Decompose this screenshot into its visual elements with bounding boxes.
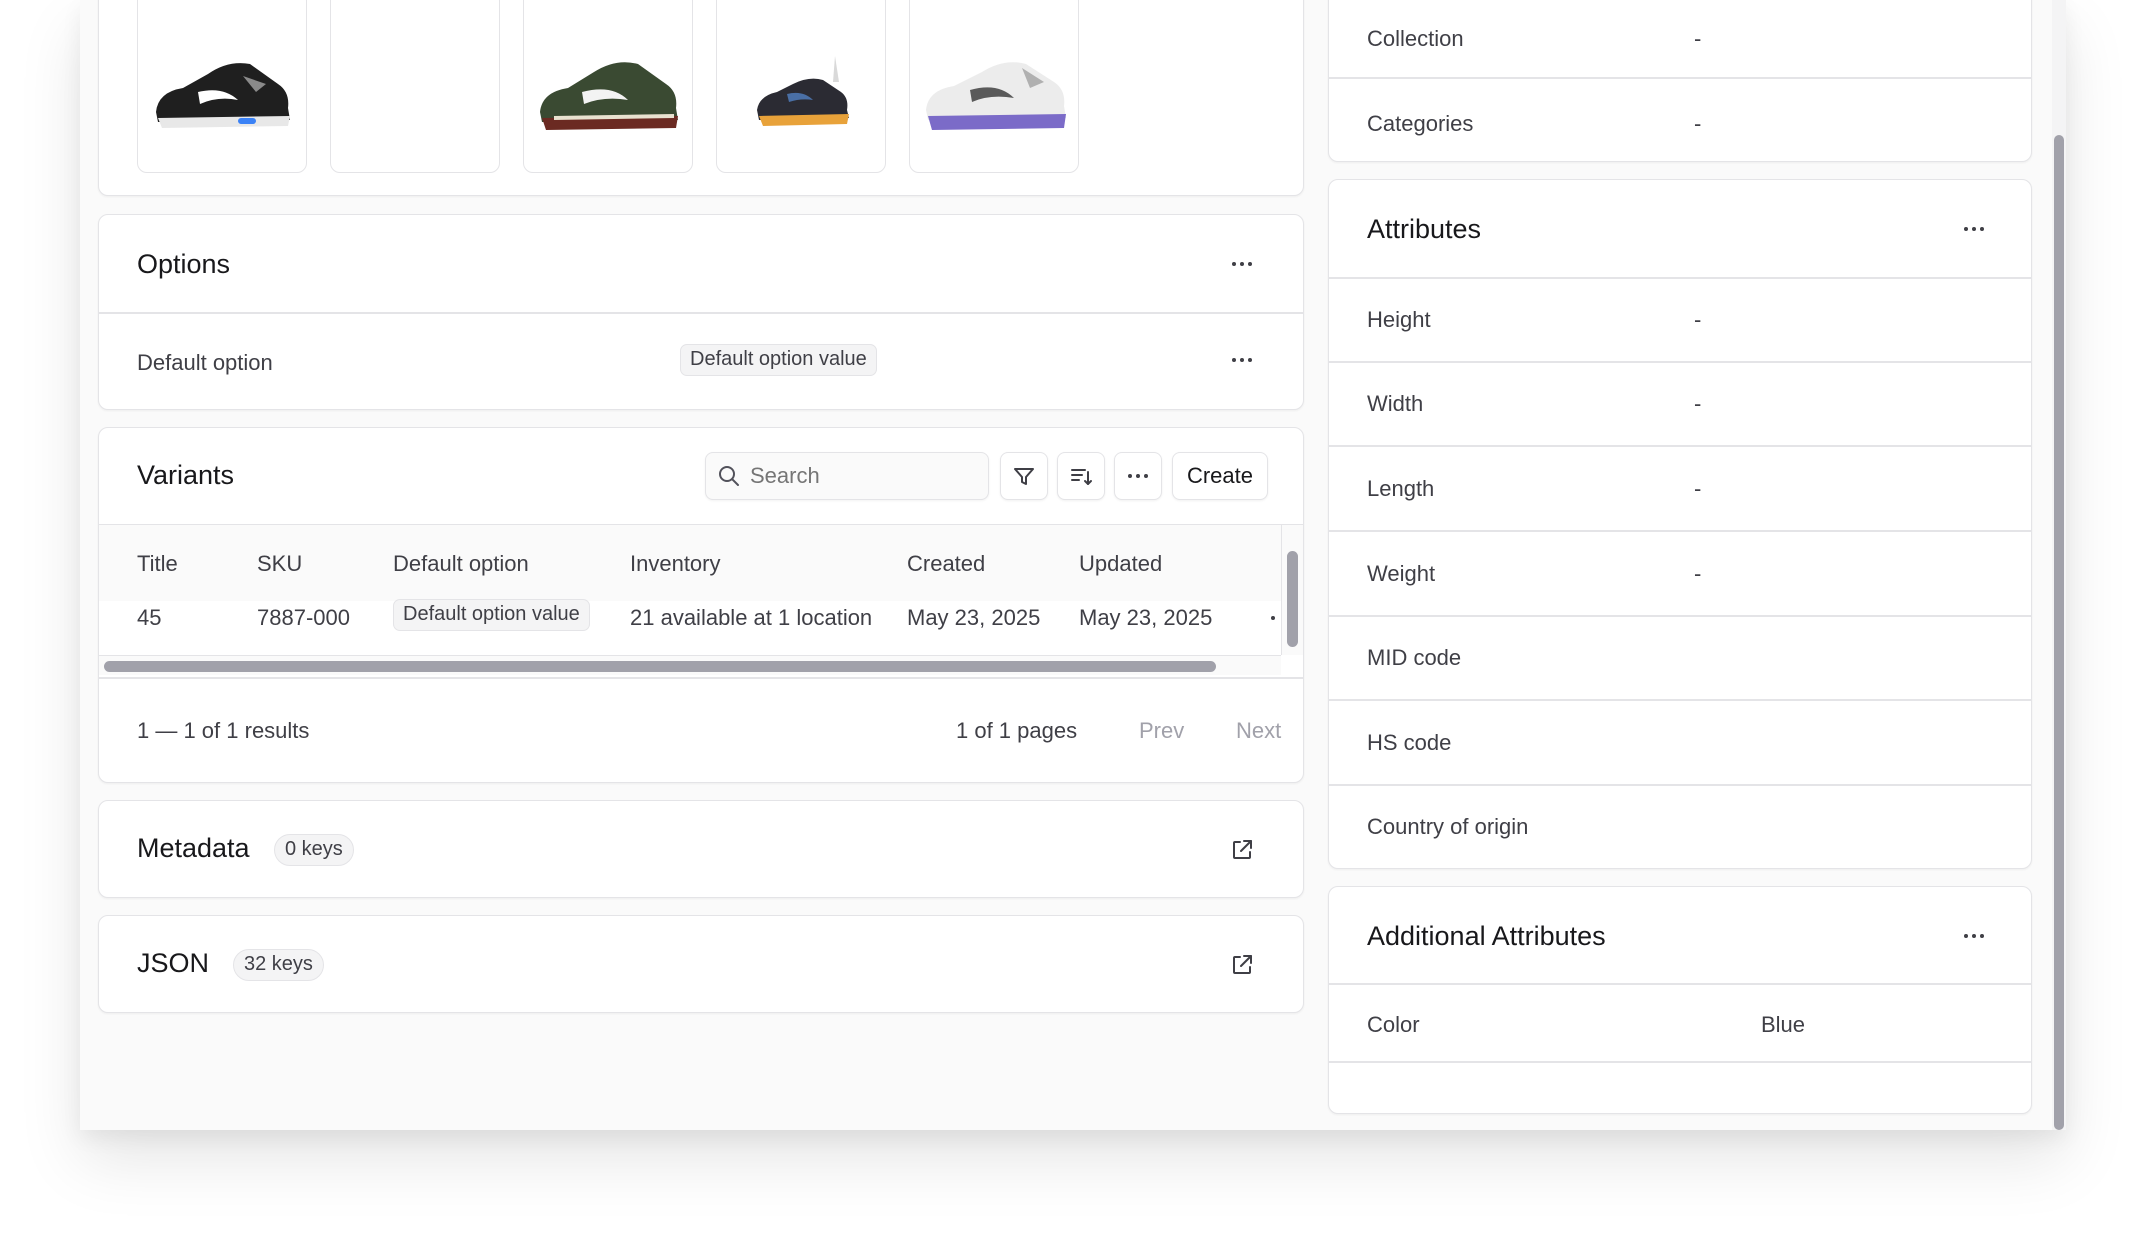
media-thumbnail[interactable] [716, 0, 886, 173]
length-value: - [1694, 476, 1702, 501]
media-thumbnail[interactable] [137, 0, 307, 173]
variants-search-field[interactable] [705, 452, 989, 500]
column-header-default-option[interactable]: Default option [393, 551, 529, 577]
shoe-black-grey-image [156, 63, 290, 128]
create-label: Create [1186, 463, 1254, 488]
create-variant-button[interactable]: Create [1172, 452, 1268, 500]
metadata-keys-badge: 0 keys [274, 834, 354, 866]
country-of-origin-label: Country of origin [1367, 814, 1529, 839]
column-header-created[interactable]: Created [907, 551, 985, 577]
attributes-title: Attributes [1367, 214, 1482, 244]
media-card [98, 0, 1304, 196]
media-thumbnail[interactable] [909, 0, 1079, 173]
variant-title: 45 [137, 605, 162, 630]
categories-value: - [1694, 111, 1702, 136]
page-scrollbar[interactable] [2052, 0, 2066, 1130]
hs-code-label: HS code [1367, 730, 1452, 755]
options-card: Options Default option Default option va… [98, 214, 1304, 410]
options-menu-button[interactable] [1225, 247, 1259, 281]
vertical-scroll-thumb[interactable] [1287, 551, 1298, 647]
width-value: - [1694, 391, 1702, 416]
variants-card: Variants Search Create Title SKU Default… [98, 427, 1304, 783]
shoe-black-orange-image [757, 56, 849, 126]
organize-card: Collection - Categories - [1328, 0, 2032, 162]
media-thumbnail[interactable] [523, 0, 693, 173]
json-title: JSON [137, 948, 210, 978]
prev-page-button[interactable]: Prev [1139, 718, 1184, 744]
height-label: Height [1367, 307, 1431, 332]
weight-value: - [1694, 561, 1702, 586]
shoe-white-purple-image [926, 62, 1066, 130]
app-window: Options Default option Default option va… [80, 0, 2066, 1130]
sort-icon [1071, 469, 1092, 485]
media-thumbnail-empty[interactable] [330, 0, 500, 173]
variant-created: May 23, 2025 [907, 605, 1041, 630]
attributes-menu-button[interactable] [1957, 212, 1991, 246]
metadata-title: Metadata [137, 833, 250, 863]
column-header-updated[interactable]: Updated [1079, 551, 1162, 577]
option-label: Default option [137, 350, 273, 375]
collection-value: - [1694, 26, 1702, 51]
variant-sku: 7887-000 [257, 605, 350, 630]
json-keys-badge: 32 keys [233, 949, 324, 981]
ellipsis-icon [1232, 262, 1236, 266]
variants-more-button[interactable] [1114, 452, 1162, 500]
filter-icon [1014, 468, 1034, 485]
variants-search-input[interactable] [750, 461, 980, 491]
sort-button[interactable] [1057, 452, 1105, 500]
length-label: Length [1367, 476, 1435, 501]
search-icon [719, 466, 739, 486]
column-header-sku[interactable]: SKU [257, 551, 302, 577]
page-scroll-thumb[interactable] [2054, 135, 2064, 1130]
variant-inventory: 21 available at 1 location [630, 605, 873, 630]
height-value: - [1694, 307, 1702, 332]
color-label: Color [1367, 1012, 1420, 1037]
width-label: Width [1367, 391, 1424, 416]
page-count: 1 of 1 pages [956, 718, 1078, 743]
variant-option-tag: Default option value [393, 599, 590, 631]
color-value: Blue [1761, 1012, 1806, 1037]
results-count: 1 — 1 of 1 results [137, 718, 310, 743]
table-row[interactable]: 45 7887-000 Default option value 21 avai… [99, 599, 1281, 655]
shoe-green-red-image [540, 62, 678, 130]
weight-label: Weight [1367, 561, 1436, 586]
option-value-tag: Default option value [680, 344, 877, 376]
variants-title: Variants [137, 460, 235, 490]
variant-updated: May 23, 2025 [1079, 605, 1213, 630]
additional-attributes-menu-button[interactable] [1957, 919, 1991, 953]
ellipsis-icon [1128, 474, 1132, 478]
attributes-card: Attributes Height - Width - Length - Wei… [1328, 179, 2032, 869]
horizontal-scroll-thumb[interactable] [104, 661, 1216, 672]
ellipsis-icon [1964, 227, 1968, 231]
table-vertical-scrollbar[interactable] [1281, 525, 1303, 655]
ellipsis-icon [1964, 934, 1968, 938]
options-title: Options [137, 249, 231, 279]
table-horizontal-scrollbar[interactable] [99, 655, 1281, 675]
ellipsis-icon [1232, 358, 1236, 362]
open-external-icon[interactable] [1230, 953, 1254, 977]
mid-code-label: MID code [1367, 645, 1462, 670]
categories-label: Categories [1367, 111, 1474, 136]
option-row-menu-button[interactable] [1225, 343, 1259, 377]
column-header-title[interactable]: Title [137, 551, 178, 577]
next-page-button[interactable]: Next [1236, 718, 1281, 744]
additional-attributes-title: Additional Attributes [1367, 921, 1606, 951]
additional-attributes-card: Additional Attributes Color Blue [1328, 886, 2032, 1114]
json-card: JSON 32 keys [98, 915, 1304, 1013]
variants-table-header: Title SKU Default option Inventory Creat… [99, 525, 1281, 601]
metadata-card: Metadata 0 keys [98, 800, 1304, 898]
row-menu-icon[interactable] [1271, 616, 1275, 620]
column-header-inventory[interactable]: Inventory [630, 551, 721, 577]
open-external-icon[interactable] [1230, 838, 1254, 862]
collection-label: Collection [1367, 26, 1464, 51]
filter-button[interactable] [1000, 452, 1048, 500]
